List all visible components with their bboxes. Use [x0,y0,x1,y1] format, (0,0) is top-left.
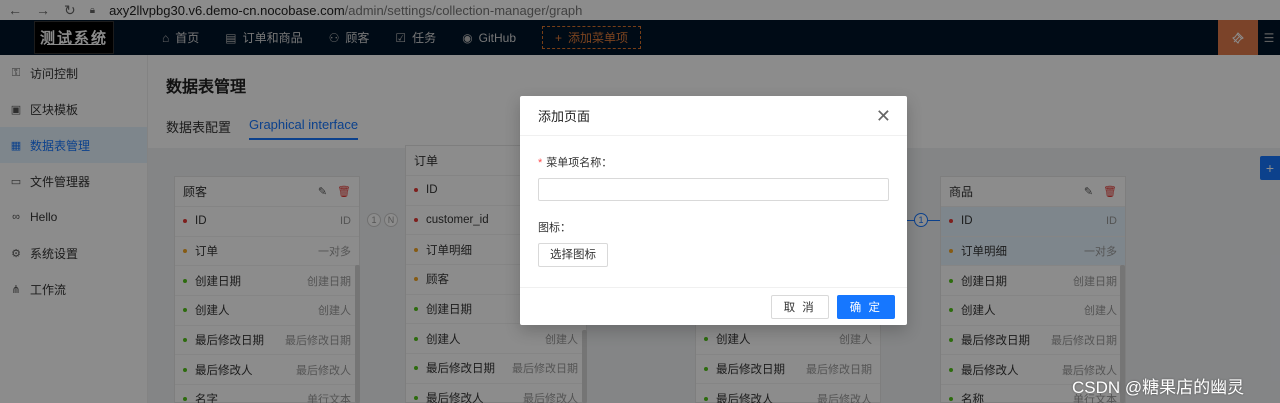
icon-label: 图标： [538,222,571,234]
menu-item-name-input[interactable] [538,178,889,201]
close-icon[interactable]: ✕ [876,107,891,125]
ok-button[interactable]: 确 定 [836,294,895,319]
modal-title: 添加页面 [538,109,591,124]
required-marker: * [538,157,543,169]
select-icon-button[interactable]: 选择图标 [538,243,608,267]
modal-header: 添加页面 ✕ [520,96,907,136]
modal-footer: 取 消 确 定 [520,287,907,325]
add-page-modal: 添加页面 ✕ * 菜单项名称： 图标： 选择图标 取 消 确 定 [520,96,907,325]
modal-body: * 菜单项名称： 图标： 选择图标 [520,136,907,267]
menu-item-name-label: * 菜单项名称： [538,157,613,169]
watermark: CSDN @糖果店的幽灵 [1072,378,1245,397]
cancel-button[interactable]: 取 消 [770,294,829,319]
